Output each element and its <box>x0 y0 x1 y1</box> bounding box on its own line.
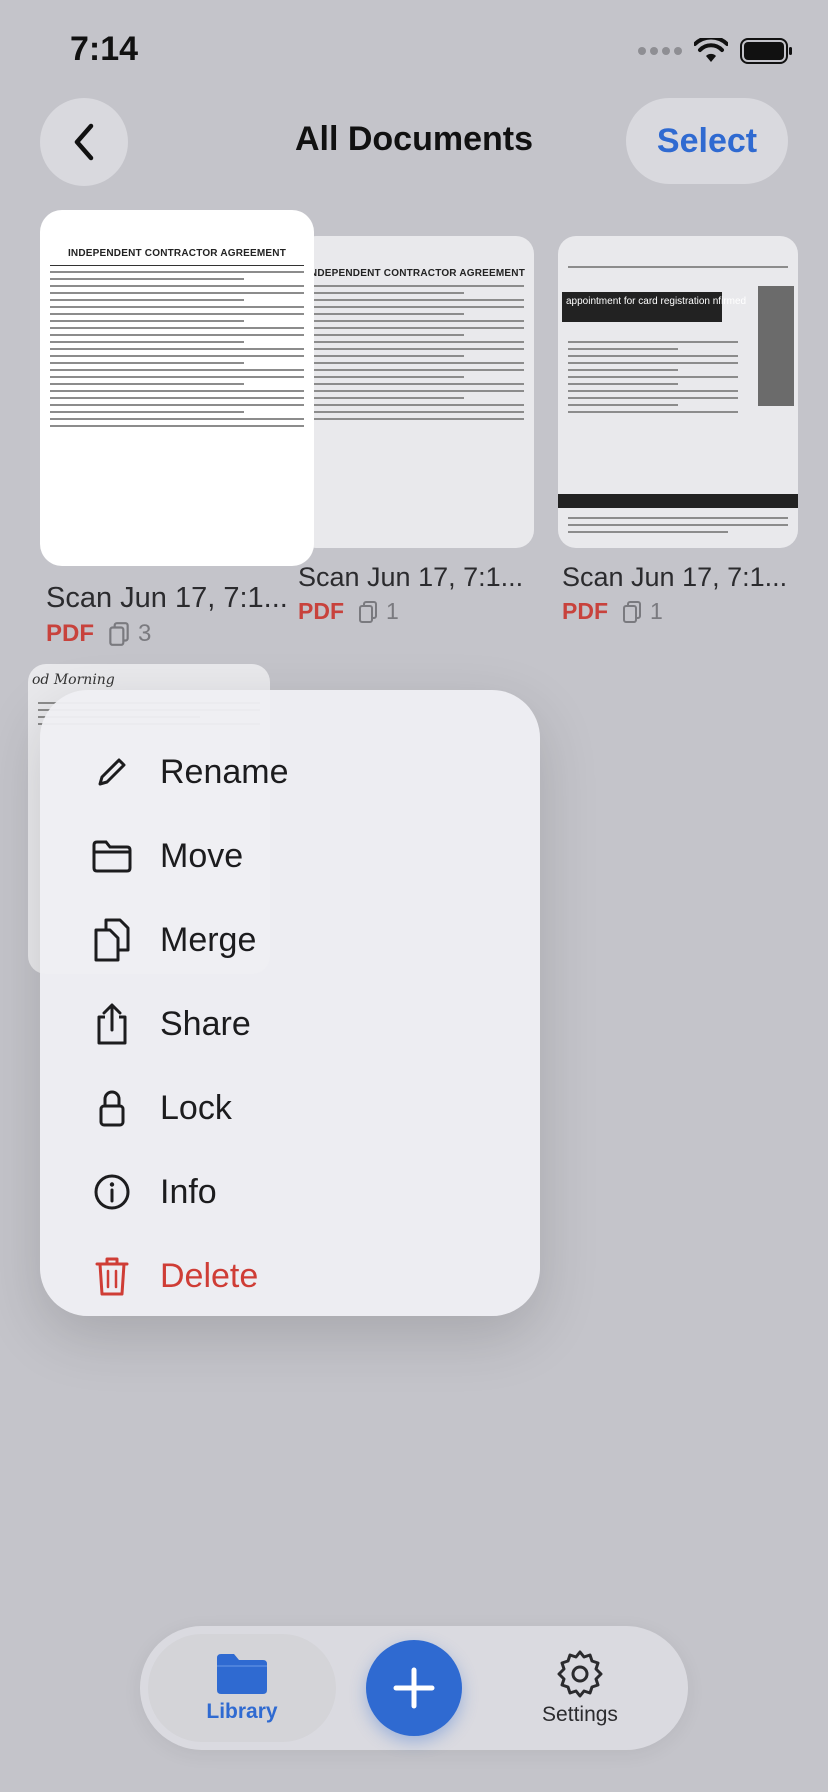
wifi-icon <box>694 38 728 62</box>
page-count: 3 <box>108 620 151 648</box>
page-count: 1 <box>622 598 663 625</box>
tab-bar: Library Settings <box>140 1626 688 1750</box>
pages-icon <box>623 600 641 623</box>
menu-item-label: Move <box>160 836 244 875</box>
document-title: Scan Jun 17, 7:1... <box>562 562 788 592</box>
menu-item-label: Share <box>160 1004 251 1043</box>
folder-icon <box>217 1654 267 1694</box>
menu-item-label: Info <box>160 1172 217 1211</box>
menu-item-label: Merge <box>160 920 257 959</box>
gear-icon <box>557 1650 603 1698</box>
document-heading: INDEPENDENT CONTRACTOR AGREEMENT <box>306 268 526 279</box>
page-count-value: 1 <box>650 598 663 624</box>
status-time: 7:14 <box>70 30 139 68</box>
menu-item-label: Lock <box>160 1088 232 1127</box>
add-button[interactable] <box>366 1640 462 1736</box>
select-button[interactable]: Select <box>626 98 788 184</box>
menu-item-move[interactable]: Move <box>40 814 540 898</box>
menu-item-share[interactable]: Share <box>40 982 540 1066</box>
document-thumbnail-selected[interactable]: INDEPENDENT CONTRACTOR AGREEMENT <box>40 210 314 566</box>
page-count-value: 1 <box>386 598 399 624</box>
menu-item-delete[interactable]: Delete <box>40 1234 540 1318</box>
pencil-icon <box>90 750 134 794</box>
pages-icon <box>359 600 377 623</box>
page-count-value: 3 <box>138 620 152 647</box>
tab-label: Library <box>206 1700 278 1723</box>
document-meta: PDF 3 <box>46 620 151 648</box>
document-meta: PDF 1 <box>298 598 399 625</box>
pdf-badge: PDF <box>562 598 608 624</box>
cellular-signal-icon <box>638 47 682 55</box>
document-meta: PDF 1 <box>562 598 663 625</box>
document-title: Scan Jun 17, 7:1... <box>46 582 288 614</box>
tab-settings[interactable]: Settings <box>486 1634 674 1742</box>
document-thumbnail[interactable]: INDEPENDENT CONTRACTOR AGREEMENT <box>298 236 534 548</box>
menu-item-merge[interactable]: Merge <box>40 898 540 982</box>
document-heading: od Morning <box>32 672 115 688</box>
document-heading: appointment for card registration nfirme… <box>566 296 747 307</box>
tab-library[interactable]: Library <box>148 1634 336 1742</box>
pdf-badge: PDF <box>298 598 344 624</box>
document-title: Scan Jun 17, 7:1... <box>298 562 524 592</box>
menu-item-label: Delete <box>160 1256 259 1295</box>
battery-icon <box>740 38 792 64</box>
status-icons <box>638 36 794 66</box>
info-icon <box>90 1170 134 1214</box>
document-thumbnail[interactable]: appointment for card registration nfirme… <box>558 236 798 548</box>
menu-item-lock[interactable]: Lock <box>40 1066 540 1150</box>
menu-item-rename[interactable]: Rename <box>40 730 540 814</box>
trash-icon <box>90 1254 134 1298</box>
folder-icon <box>90 834 134 878</box>
lock-icon <box>90 1086 134 1130</box>
pdf-badge: PDF <box>46 620 94 647</box>
page-count: 1 <box>358 598 399 625</box>
menu-item-info[interactable]: Info <box>40 1150 540 1234</box>
merge-icon <box>90 918 134 962</box>
pages-icon <box>109 622 129 646</box>
context-menu: Rename Move Merge Share Lock Info Delete <box>40 690 540 1316</box>
tab-label: Settings <box>542 1703 618 1726</box>
document-heading: INDEPENDENT CONTRACTOR AGREEMENT <box>67 248 287 259</box>
status-bar: 7:14 <box>0 0 828 100</box>
menu-item-label: Rename <box>160 752 289 791</box>
share-icon <box>90 1002 134 1046</box>
plus-icon <box>393 1667 435 1709</box>
